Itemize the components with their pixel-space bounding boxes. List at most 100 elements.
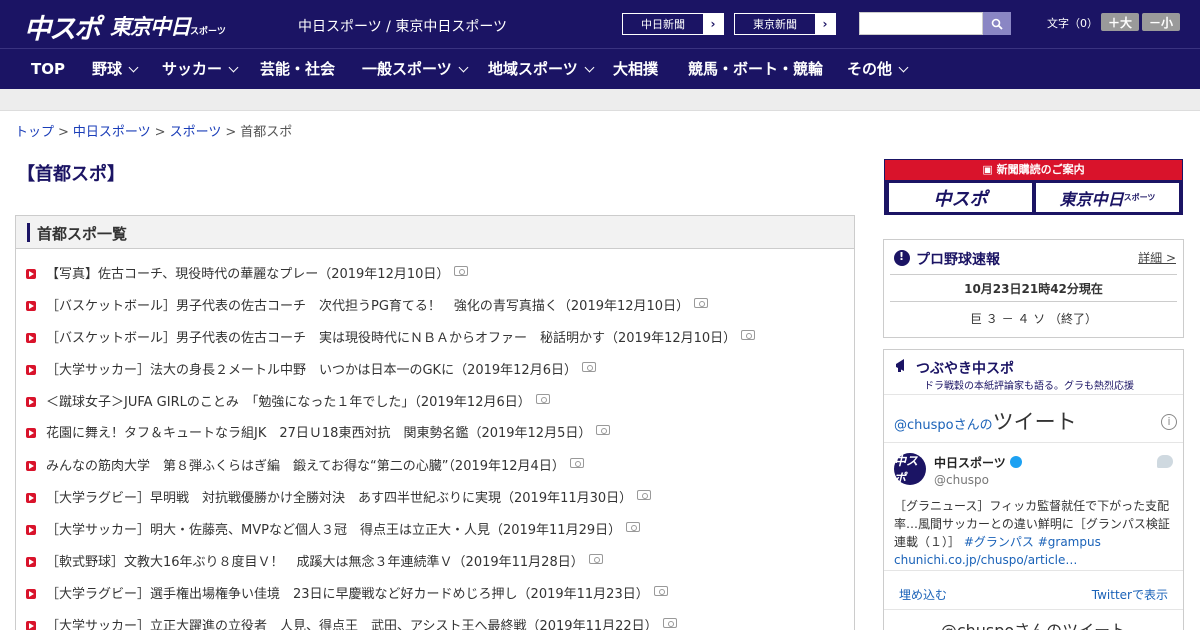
baseball-updated-time: 10月23日21時42分現在 [964, 282, 1103, 296]
breadcrumb-separator: > [58, 125, 69, 140]
timeline-header-tweets: ツイート [992, 410, 1077, 434]
font-smaller-button[interactable]: －小 [1142, 13, 1180, 31]
tweet-handle[interactable]: @chuspo [934, 473, 989, 487]
divider [890, 274, 1177, 275]
article-link[interactable]: 【写真】佐古コーチ、現役時代の華麗なプレー（2019年12月10日） [26, 262, 469, 282]
timeline-header: @chuspoさんのツイート [894, 406, 1077, 436]
article-link[interactable]: ［大学サッカー］明大・佐藤亮、MVPなど個人３冠 得点王は立正大・人見（2019… [26, 518, 641, 538]
breadcrumb-sports[interactable]: スポーツ [170, 125, 222, 140]
article-title: ［バスケットボール］男子代表の佐古コーチ 実は現役時代にＮＢＡからオファー 秘話… [46, 330, 737, 346]
subscription-banner[interactable]: ▣ 新聞購読のご案内 中スポ 東京中日 スポーツ [884, 159, 1183, 215]
info-icon[interactable]: i [1161, 414, 1177, 430]
tweet-account[interactable]: 中日スポーツ [934, 454, 1022, 471]
embed-link[interactable]: 埋め込む [899, 586, 947, 603]
article-link[interactable]: ［大学ラグビー］早明戦 対抗戦優勝かけ全勝対決 あす四半世紀ぶりに実現（2019… [26, 486, 652, 506]
camera-icon [596, 425, 611, 435]
tweet-hashtags[interactable]: #グランパス #grampus [964, 535, 1101, 549]
arrow-bullet-icon [26, 588, 36, 599]
article-title: 花園に舞え！タフ＆キュートなラ組JK 27日Ｕ18東西対抗 関東勢名鑑（2019… [46, 425, 592, 441]
chevron-right-icon: › [815, 14, 835, 34]
subscription-tokyo-logo[interactable]: 東京中日 スポーツ [1036, 183, 1179, 212]
chevron-down-icon [458, 62, 469, 73]
arrow-bullet-icon [26, 332, 36, 343]
search-button[interactable] [983, 12, 1011, 35]
article-link[interactable]: ［軟式野球］文教大16年ぶり８度目Ｖ！ 成蹊大は無念３年連続準Ｖ（2019年11… [26, 550, 603, 570]
tweet-account-name: 中日スポーツ [934, 456, 1006, 470]
article-link[interactable]: みんなの筋肉大学 第８弾ふくらはぎ編 鍛えてお得な“第二の心臓”（2019年12… [26, 454, 584, 474]
article-link[interactable]: ＜蹴球女子＞JUFA GIRLのことみ 「勉強になった１年でした」（2019年1… [26, 390, 550, 410]
divider [890, 301, 1177, 302]
baseball-detail-link[interactable]: 詳細 > [1138, 249, 1176, 266]
article-link[interactable]: ［大学サッカー］法大の身長２メートル中野 いつかは日本一のGKに（2019年12… [26, 358, 596, 378]
nav-item-label: サッカー [162, 60, 223, 78]
header-divider [0, 89, 1200, 111]
article-link[interactable]: ［大学サッカー］立正大躍進の立役者 人見、得点王 武田、アシスト王へ最終戦（20… [26, 614, 677, 630]
nav-item-label: 大相撲 [613, 60, 659, 78]
breadcrumb-current: 首都スポ [240, 125, 293, 140]
breadcrumb-top[interactable]: トップ [15, 125, 54, 140]
heading-accent-bar [27, 223, 30, 242]
avatar[interactable]: 中スポ [894, 453, 926, 485]
tweet-text: ［グラニュース］フィッカ監督就任で下がった支配率…風間サッカーとの違い鮮明に［グ… [894, 497, 1174, 569]
nav-item-label: 芸能・社会 [260, 60, 336, 78]
nav-item-label: 競馬・ボート・競輪 [688, 60, 824, 78]
tokyo-chunichi-logo[interactable]: 東京中日スポーツ [110, 11, 226, 41]
breadcrumb-separator: > [225, 125, 237, 140]
nav-item-local-sports[interactable]: 地域スポーツ [488, 49, 595, 90]
timeline-header-account[interactable]: @chuspoさんの [894, 418, 993, 433]
chuspo-logo[interactable]: 中スポ [24, 7, 101, 46]
pro-baseball-box: プロ野球速報 詳細 > 10月23日21時42分現在 巨 ３ － ４ ソ （終了… [883, 239, 1184, 338]
camera-icon [741, 330, 756, 340]
timeline-footer-link[interactable]: @chuspoさんのツイート [884, 617, 1183, 630]
article-link[interactable]: ［大学ラグビー］選手権出場権争い佳境 23日に早慶戦など好カードめじろ押し（20… [26, 582, 668, 602]
baseball-score[interactable]: 巨 ３ － ４ ソ （終了） [884, 310, 1183, 327]
search-input[interactable] [859, 12, 983, 35]
nav-item-label: 一般スポーツ [362, 60, 452, 78]
article-title: 【写真】佐古コーチ、現役時代の華麗なプレー（2019年12月10日） [46, 266, 450, 282]
font-larger-button[interactable]: ＋大 [1101, 13, 1139, 31]
site-names: 中日スポーツ / 東京中日スポーツ [298, 19, 508, 35]
nav-item-soccer[interactable]: サッカー [162, 49, 239, 90]
nav-item-label: その他 [847, 60, 893, 78]
article-title: ［大学サッカー］立正大躍進の立役者 人見、得点王 武田、アシスト王へ最終戦（20… [46, 618, 658, 630]
megaphone-icon [896, 359, 904, 372]
nav-item-sumo[interactable]: 大相撲 [613, 49, 658, 90]
newspaper-icon: ▣ [982, 163, 997, 176]
chevron-right-icon: › [703, 14, 723, 34]
article-list-header: 首都スポ一覧 [16, 216, 854, 249]
chunichi-shimbun-label: 中日新聞 [641, 18, 685, 31]
article-title: ［大学サッカー］明大・佐藤亮、MVPなど個人３冠 得点王は立正大・人見（2019… [46, 522, 622, 538]
article-link[interactable]: ［バスケットボール］男子代表の佐古コーチ 次代担うPG育てる！ 強化の青写真描く… [26, 294, 709, 314]
arrow-bullet-icon [26, 460, 36, 471]
article-list-title: 首都スポ一覧 [37, 225, 128, 243]
article-title: ［軟式野球］文教大16年ぶり８度目Ｖ！ 成蹊大は無念３年連続準Ｖ（2019年11… [46, 554, 584, 570]
arrow-bullet-icon [26, 492, 36, 503]
subscription-chuspo-logo[interactable]: 中スポ [889, 183, 1032, 212]
nav-item-top[interactable]: TOP [31, 49, 65, 90]
twitter-bird-icon[interactable] [1157, 455, 1173, 468]
nav-item-racing[interactable]: 競馬・ボート・競輪 [688, 49, 823, 90]
tokyo-shimbun-link[interactable]: 東京新聞 › [734, 13, 836, 35]
article-link[interactable]: 花園に舞え！タフ＆キュートなラ組JK 27日Ｕ18東西対抗 関東勢名鑑（2019… [26, 421, 611, 441]
breadcrumb-chunichi-sports[interactable]: 中日スポーツ [73, 125, 151, 140]
article-title: ［大学サッカー］法大の身長２メートル中野 いつかは日本一のGKに（2019年12… [46, 362, 577, 378]
chevron-down-icon [228, 62, 239, 73]
tweet-link[interactable]: chunichi.co.jp/chuspo/article… [894, 553, 1077, 567]
nav-item-entertainment[interactable]: 芸能・社会 [260, 49, 335, 90]
nav-item-others[interactable]: その他 [847, 49, 909, 90]
camera-icon [662, 618, 677, 628]
article-title: ［バスケットボール］男子代表の佐古コーチ 次代担うPG育てる！ 強化の青写真描く… [46, 298, 690, 314]
article-link[interactable]: ［バスケットボール］男子代表の佐古コーチ 実は現役時代にＮＢＡからオファー 秘話… [26, 326, 756, 346]
article-title: みんなの筋肉大学 第８弾ふくらはぎ編 鍛えてお得な“第二の心臓”（2019年12… [46, 458, 565, 474]
nav-item-baseball[interactable]: 野球 [92, 49, 139, 90]
nav-item-general-sports[interactable]: 一般スポーツ [362, 49, 469, 90]
camera-icon [653, 586, 668, 596]
view-on-twitter-link[interactable]: Twitterで表示 [1092, 586, 1168, 603]
tokyo-logo-small: スポーツ [190, 27, 226, 37]
camera-icon [535, 394, 550, 404]
site-header: 中スポ 東京中日スポーツ 中日スポーツ / 東京中日スポーツ 中日新聞 › 東京… [0, 0, 1200, 48]
arrow-bullet-icon [26, 524, 36, 535]
camera-icon [588, 554, 603, 564]
chunichi-shimbun-link[interactable]: 中日新聞 › [622, 13, 724, 35]
subscription-tokyo-logo-small: スポーツ [1123, 193, 1156, 202]
